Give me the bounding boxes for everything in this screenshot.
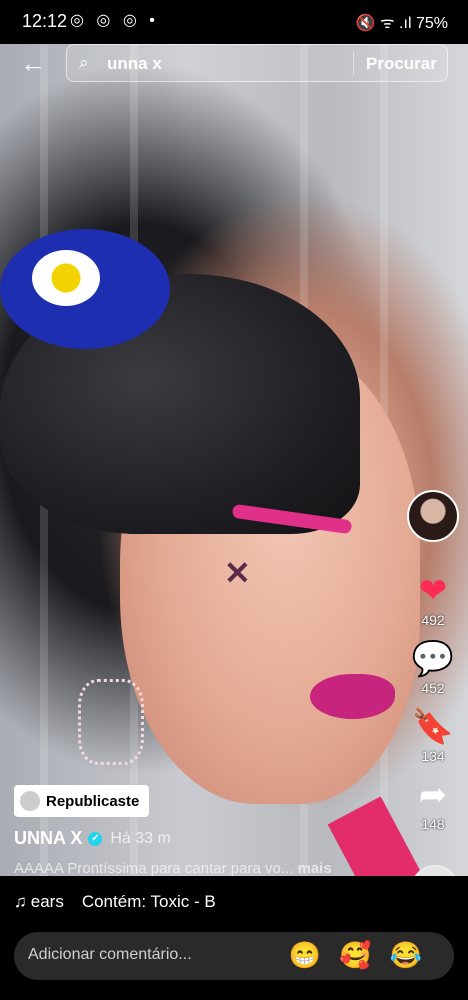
search-icon: ⌕ xyxy=(79,53,89,72)
like-count: 492 xyxy=(421,612,445,628)
save-count: 134 xyxy=(421,748,445,764)
x-mark: ✕ xyxy=(224,555,251,591)
creator-avatar[interactable] xyxy=(407,490,459,542)
heart-icon[interactable]: ❤ xyxy=(405,572,461,610)
author-name[interactable]: UNNA X xyxy=(14,828,82,849)
share-count: 148 xyxy=(421,816,445,832)
grin-emoji-icon[interactable]: 😁 xyxy=(289,940,339,970)
battery-level: 75% xyxy=(415,15,448,32)
search-button[interactable]: Procurar xyxy=(366,54,437,74)
comment-input[interactable]: Adicionar comentário... 😁🥰😂 xyxy=(14,932,454,980)
music-content: Contém: Toxic - B xyxy=(81,892,216,911)
action-rail: ❤ 492 💬 452 🔖 134 ➦ 148 xyxy=(405,490,461,832)
share-arrow-icon[interactable]: ➦ xyxy=(405,776,461,814)
caption[interactable]: AAAAA Prontíssima para cantar para vo...… xyxy=(14,860,374,877)
lips xyxy=(310,674,395,719)
music-note-icon: ♫ xyxy=(14,892,27,911)
post-time: Há 33 m xyxy=(110,829,171,847)
top-bar: ← ⌕ unna x Procurar xyxy=(0,44,468,84)
back-arrow-icon[interactable]: ← xyxy=(20,50,46,76)
repost-avatar xyxy=(20,791,40,811)
comment-placeholder: Adicionar comentário... xyxy=(28,946,192,963)
music-track: ears xyxy=(30,892,64,911)
signal-icons: 🔇 ᯤ .ıl xyxy=(355,15,412,32)
emoji-shortcuts: 😁🥰😂 xyxy=(289,940,440,971)
music-bar[interactable]: ♫ ears Contém: Toxic - B xyxy=(0,876,468,928)
love-emoji-icon[interactable]: 🥰 xyxy=(339,940,389,970)
flower-clip xyxy=(32,250,100,306)
search-divider xyxy=(353,51,354,75)
search-query[interactable]: unna x xyxy=(107,54,162,74)
status-bar: 12:12 ◎ ◎ ◎ • 🔇 ᯤ .ıl 75% xyxy=(0,0,468,44)
more-button[interactable]: mais xyxy=(297,860,331,877)
comment-bubble-icon[interactable]: 💬 xyxy=(405,640,461,678)
video-player[interactable]: ✕ xyxy=(0,44,468,876)
earring xyxy=(78,679,144,765)
caption-text: AAAAA Prontíssima para cantar para vo... xyxy=(14,860,294,877)
bookmark-icon[interactable]: 🔖 xyxy=(405,708,461,746)
notification-icons: ◎ ◎ ◎ • xyxy=(70,12,159,29)
search-bar[interactable]: ⌕ unna x Procurar xyxy=(66,44,448,82)
repost-badge[interactable]: Republicaste xyxy=(14,785,150,817)
repost-label: Republicaste xyxy=(46,792,140,810)
status-right: 🔇 ᯤ .ıl 75% xyxy=(356,11,448,33)
comment-count: 452 xyxy=(421,680,445,696)
verified-check-icon: ✓ xyxy=(88,831,103,846)
laugh-emoji-icon[interactable]: 😂 xyxy=(390,940,440,970)
author-row[interactable]: UNNA X ✓ Há 33 m xyxy=(14,828,171,849)
status-time: 12:12 xyxy=(22,11,68,31)
